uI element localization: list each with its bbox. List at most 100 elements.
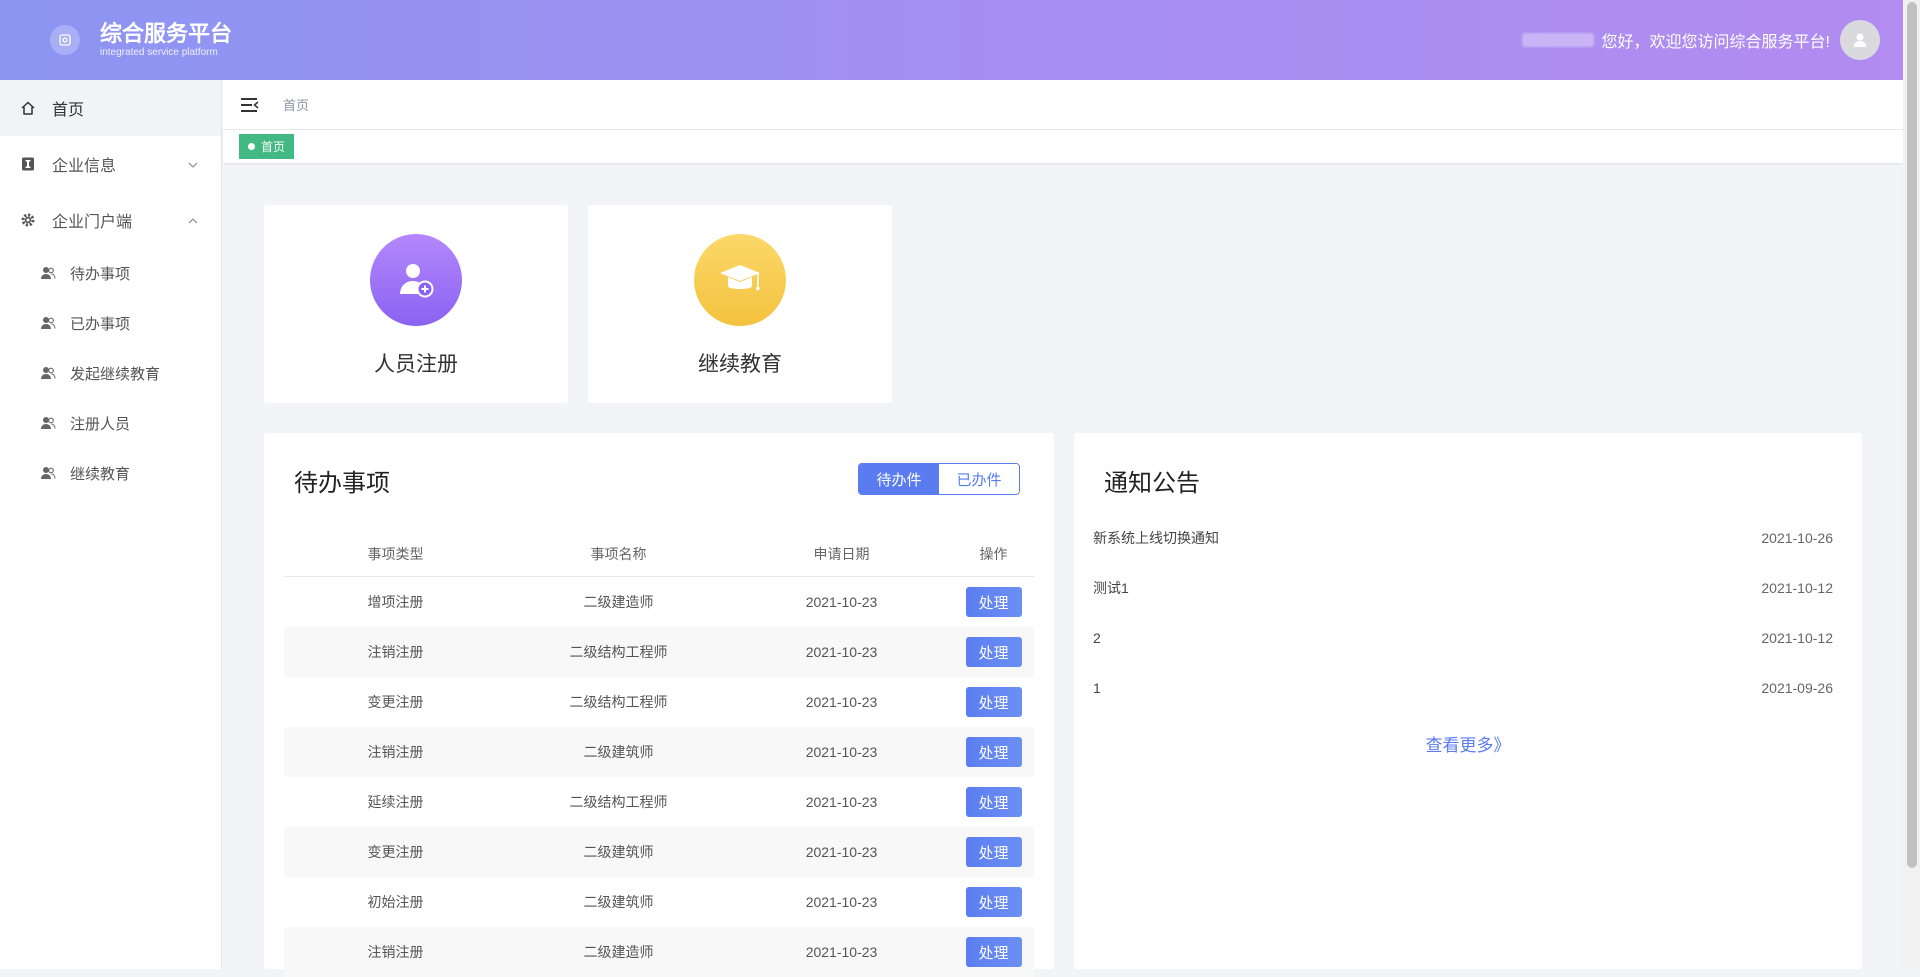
cell-name: 二级结构工程师: [569, 694, 668, 710]
top-header: 综合服务平台 integrated service platform 您好，欢迎…: [0, 0, 1920, 80]
notice-item-title: 测试1: [1093, 580, 1129, 596]
breadcrumb[interactable]: 首页: [283, 95, 309, 114]
cell-type: 变更注册: [367, 694, 424, 710]
users-icon: [40, 315, 56, 331]
notice-item-date: 2021-09-26: [1761, 680, 1833, 696]
sidebar-item-company-info[interactable]: 企业信息: [0, 136, 221, 192]
table-row: 变更注册 二级建筑师 2021-10-23 处理: [284, 827, 1034, 877]
scrollbar-thumb[interactable]: [1907, 2, 1917, 868]
cell-type: 变更注册: [367, 844, 424, 860]
quick-card-label: 继续教育: [698, 353, 782, 376]
notice-item[interactable]: 测试1 2021-10-12: [1093, 563, 1833, 613]
sidebar-item-portal[interactable]: 企业门户端: [0, 192, 221, 248]
notice-item-title: 新系统上线切换通知: [1093, 530, 1219, 546]
app-subtitle: integrated service platform: [100, 47, 218, 58]
cell-name: 二级建筑师: [583, 894, 654, 910]
active-dot-icon: [248, 143, 255, 150]
table-row: 初始注册 二级建筑师 2021-10-23 处理: [284, 877, 1034, 927]
toggle-done-button[interactable]: 已办件: [939, 464, 1019, 494]
notice-item-date: 2021-10-12: [1761, 580, 1833, 596]
column-header: 事项类型: [367, 546, 424, 562]
notice-list: 新系统上线切换通知 2021-10-26 测试1 2021-10-12 2 20…: [1093, 513, 1833, 713]
quick-card-register[interactable]: 人员注册: [264, 205, 568, 403]
notice-item[interactable]: 1 2021-09-26: [1093, 663, 1833, 713]
todo-table: 事项类型 事项名称 申请日期 操作 增项注册 二级建造师 2021-10-23 …: [284, 532, 1034, 977]
notice-item[interactable]: 2 2021-10-12: [1093, 613, 1833, 663]
column-header: 申请日期: [813, 546, 870, 562]
welcome-text: 您好，欢迎您访问综合服务平台!: [1601, 34, 1830, 51]
cell-date: 2021-10-23: [805, 744, 878, 760]
avatar[interactable]: [1840, 20, 1880, 60]
cell-name: 二级建筑师: [583, 744, 654, 760]
users-icon: [40, 265, 56, 281]
handle-button[interactable]: 处理: [965, 637, 1022, 667]
sidebar-item-home[interactable]: 首页: [0, 80, 221, 136]
logo-icon: [50, 25, 80, 55]
app-title: 综合服务平台: [100, 21, 233, 46]
cell-name: 二级结构工程师: [569, 794, 668, 810]
cell-date: 2021-10-23: [805, 694, 878, 710]
handle-button[interactable]: 处理: [965, 787, 1022, 817]
table-row: 延续注册 二级结构工程师 2021-10-23 处理: [284, 777, 1034, 827]
sidebar-item-label: 企业门户端: [52, 214, 133, 231]
handle-button[interactable]: 处理: [965, 887, 1022, 917]
gear-icon: [20, 212, 36, 228]
cell-date: 2021-10-23: [805, 894, 878, 910]
sidebar-subitem-registered-staff[interactable]: 注册人员: [0, 398, 221, 448]
todo-toggle: 待办件 已办件: [858, 463, 1020, 495]
sidebar-item-label: 首页: [52, 102, 85, 119]
handle-button[interactable]: 处理: [965, 737, 1022, 767]
table-row: 注销注册 二级建造师 2021-10-23 处理: [284, 927, 1034, 977]
cell-date: 2021-10-23: [805, 944, 878, 960]
tab-label: 首页: [261, 140, 286, 154]
menu-collapse-icon[interactable]: [241, 97, 259, 113]
column-header: 事项名称: [590, 546, 647, 562]
sidebar-subitem-education[interactable]: 继续教育: [0, 448, 221, 498]
register-circle: [370, 234, 462, 326]
cell-name: 二级建造师: [583, 594, 654, 610]
cell-date: 2021-10-23: [805, 794, 878, 810]
logo[interactable]: 综合服务平台 integrated service platform: [50, 21, 232, 59]
chevron-up-icon: [187, 214, 199, 232]
tab-home[interactable]: 首页: [239, 134, 295, 159]
users-icon: [40, 365, 56, 381]
handle-button[interactable]: 处理: [965, 687, 1022, 717]
sidebar-subitem-todo[interactable]: 待办事项: [0, 248, 221, 298]
page-scrollbar[interactable]: [1903, 0, 1920, 969]
handle-button[interactable]: 处理: [965, 837, 1022, 867]
handle-button[interactable]: 处理: [965, 937, 1022, 967]
users-icon: [40, 415, 56, 431]
cell-name: 二级结构工程师: [569, 644, 668, 660]
notice-item-title: 2: [1093, 630, 1101, 646]
sidebar-item-label: 企业信息: [52, 158, 117, 175]
tags-view: 首页: [223, 130, 1903, 163]
sidebar-subitem-start-education[interactable]: 发起继续教育: [0, 348, 221, 398]
table-row: 注销注册 二级结构工程师 2021-10-23 处理: [284, 627, 1034, 677]
table-row: 增项注册 二级建造师 2021-10-23 处理: [284, 577, 1034, 627]
sidebar-subitem-done[interactable]: 已办事项: [0, 298, 221, 348]
cell-date: 2021-10-23: [805, 594, 878, 610]
quick-card-label: 人员注册: [374, 353, 458, 376]
todo-panel: 待办事项 待办件 已办件 事项类型 事项名称 申请日期 操作 增项注册 二级建造…: [264, 433, 1054, 977]
cell-type: 注销注册: [367, 944, 424, 960]
sidebar: 首页 企业信息 企业门户端 待办事项 已办事项 发起继续教育 注册人员 继续教育: [0, 80, 222, 969]
quick-card-education[interactable]: 继续教育: [588, 205, 892, 403]
sidebar-subitem-label: 待办事项: [70, 265, 131, 283]
navbar: 首页: [223, 80, 1903, 130]
sidebar-subitem-label: 继续教育: [70, 465, 131, 483]
cell-type: 注销注册: [367, 644, 424, 660]
cell-type: 初始注册: [367, 894, 424, 910]
column-header: 操作: [979, 546, 1008, 562]
cell-name: 二级建造师: [583, 944, 654, 960]
sidebar-subitem-label: 已办事项: [70, 315, 131, 333]
notice-title: 通知公告: [1104, 470, 1200, 497]
users-icon: [40, 465, 56, 481]
table-row: 变更注册 二级结构工程师 2021-10-23 处理: [284, 677, 1034, 727]
view-more-link[interactable]: 查看更多》: [1074, 731, 1862, 756]
user-icon: [1853, 33, 1867, 47]
toggle-pending-button[interactable]: 待办件: [859, 464, 939, 494]
handle-button[interactable]: 处理: [965, 587, 1022, 617]
graduation-cap-icon: [720, 265, 760, 291]
info-icon: [20, 156, 36, 172]
notice-item[interactable]: 新系统上线切换通知 2021-10-26: [1093, 513, 1833, 563]
